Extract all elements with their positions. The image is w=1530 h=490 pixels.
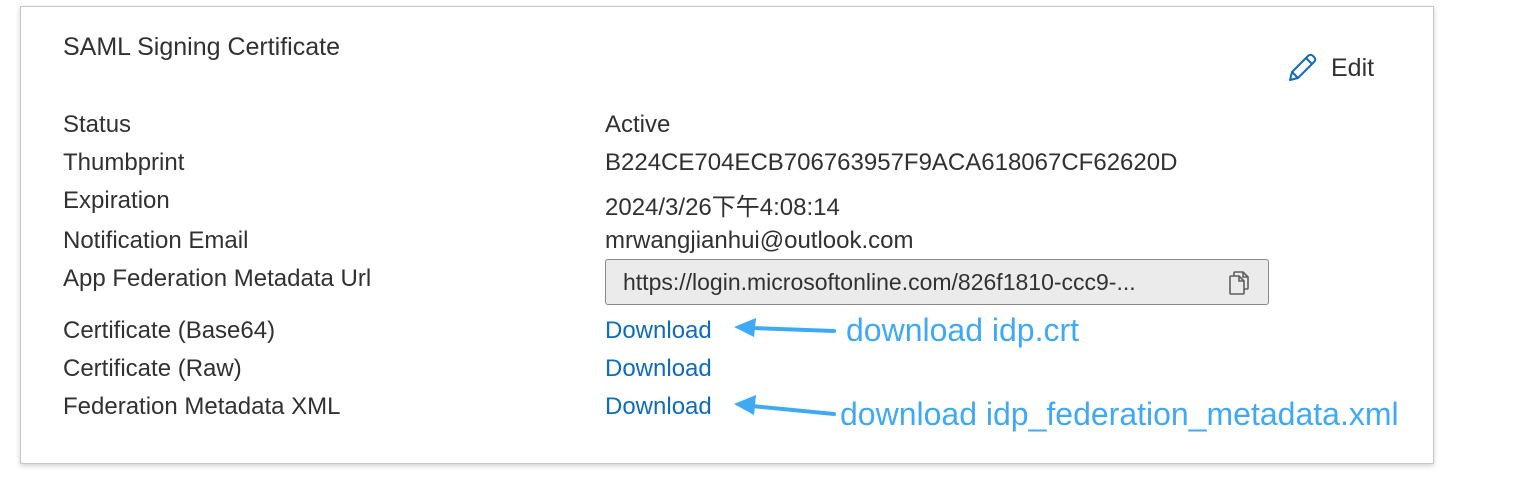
- arrow-left-icon: [734, 395, 836, 416]
- status-value: Active: [605, 111, 671, 138]
- thumbprint-label: Thumbprint: [63, 149, 185, 176]
- pencil-icon: [1285, 51, 1319, 85]
- page: SAML Signing Certificate Edit Status Act…: [0, 0, 1530, 490]
- status-label: Status: [63, 111, 132, 138]
- thumbprint-value: B224CE704ECB706763957F9ACA618067CF62620D: [605, 149, 1178, 176]
- cert-raw-download-link[interactable]: Download: [605, 355, 712, 383]
- copy-icon[interactable]: [1228, 271, 1250, 300]
- notification-email-value: mrwangjianhui@outlook.com: [605, 227, 914, 254]
- card-title: SAML Signing Certificate: [63, 33, 340, 61]
- metadata-url-label: App Federation Metadata Url: [63, 265, 372, 292]
- edit-button[interactable]: Edit: [1285, 51, 1374, 85]
- edit-label: Edit: [1331, 53, 1375, 82]
- notification-email-label: Notification Email: [63, 227, 249, 254]
- expiration-label: Expiration: [63, 187, 170, 214]
- expiration-value: 2024/3/26下午4:08:14: [605, 194, 840, 221]
- federation-xml-label: Federation Metadata XML: [63, 393, 341, 420]
- metadata-url-field[interactable]: https://login.microsoftonline.com/826f18…: [605, 259, 1269, 305]
- arrow-left-icon: [734, 318, 836, 337]
- cert-base64-label: Certificate (Base64): [63, 317, 276, 344]
- cert-base64-download-link[interactable]: Download: [605, 317, 712, 345]
- cert-raw-label: Certificate (Raw): [63, 355, 242, 382]
- federation-xml-download-link[interactable]: Download: [605, 393, 712, 421]
- metadata-url-text[interactable]: https://login.microsoftonline.com/826f18…: [606, 269, 1213, 296]
- base64-annotation: download idp.crt: [846, 312, 1080, 348]
- xml-annotation: download idp_federation_metadata.xml: [840, 396, 1399, 432]
